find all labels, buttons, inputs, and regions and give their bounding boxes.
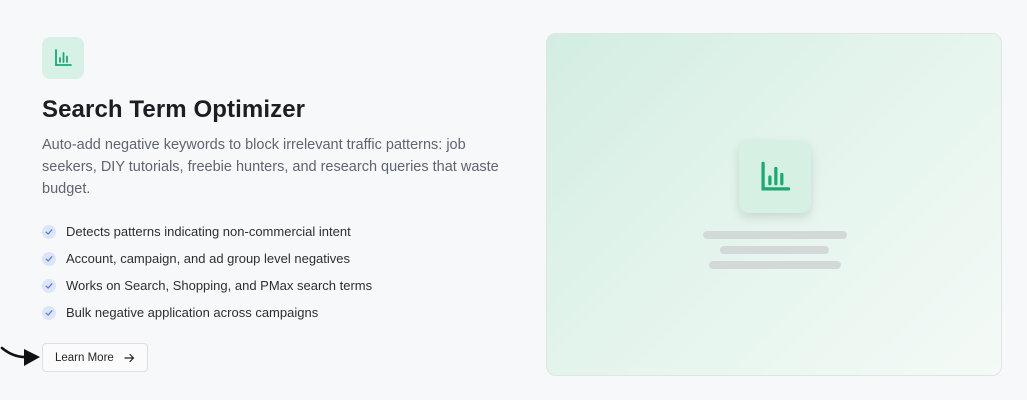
list-item: Detects patterns indicating non-commerci… [42, 218, 372, 245]
feature-title: Search Term Optimizer [42, 96, 306, 123]
feature-list: Detects patterns indicating non-commerci… [42, 218, 372, 326]
bar-chart-icon [761, 161, 791, 191]
list-item: Bulk negative application across campaig… [42, 299, 372, 326]
skeleton-line [703, 231, 847, 239]
list-item-label: Account, campaign, and ad group level ne… [66, 251, 351, 266]
list-item: Works on Search, Shopping, and PMax sear… [42, 272, 372, 299]
skeleton-line [720, 246, 829, 254]
feature-icon-badge [42, 37, 84, 79]
feature-preview-card [546, 33, 1002, 376]
list-item-label: Bulk negative application across campaig… [66, 305, 319, 320]
check-icon [42, 305, 56, 320]
check-icon [42, 278, 56, 293]
feature-description: Auto-add negative keywords to block irre… [42, 137, 499, 197]
bar-chart-icon [55, 49, 72, 66]
learn-more-button[interactable]: Learn More [42, 343, 148, 372]
list-item: Account, campaign, and ad group level ne… [42, 245, 372, 272]
check-icon [42, 224, 56, 239]
list-item-label: Detects patterns indicating non-commerci… [66, 224, 351, 239]
learn-more-label: Learn More [55, 351, 114, 364]
list-item-label: Works on Search, Shopping, and PMax sear… [66, 278, 373, 293]
pointer-arrow-icon [0, 346, 40, 366]
arrow-right-icon [124, 353, 135, 363]
check-icon [42, 251, 56, 266]
preview-icon-badge [739, 141, 811, 213]
skeleton-line [709, 261, 841, 269]
